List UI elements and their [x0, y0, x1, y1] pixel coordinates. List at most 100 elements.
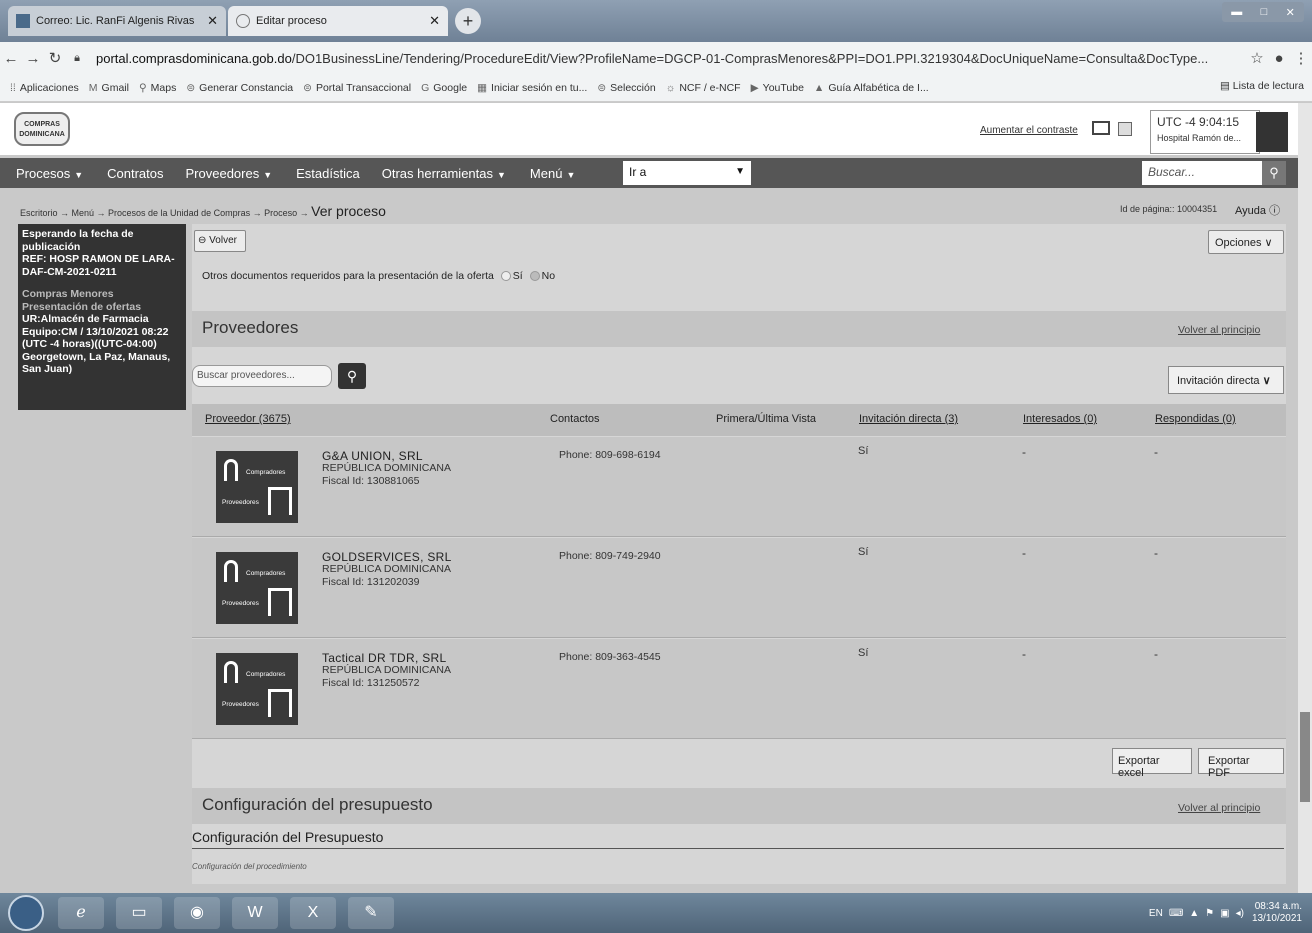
back-button[interactable]: ⊖ Volver: [194, 230, 246, 252]
reading-list[interactable]: ▤ Lista de lectura: [1220, 80, 1304, 92]
house-icon: [268, 689, 292, 717]
new-tab-button[interactable]: +: [455, 8, 481, 34]
table-row: Compradores Proveedores Tactical DR TDR, …: [192, 639, 1286, 739]
bookmark-generar-constancia[interactable]: ⊜ Generar Constancia: [186, 82, 293, 94]
bookmark-maps[interactable]: ⚲ Maps: [139, 82, 176, 94]
reload-icon[interactable]: ↻: [44, 49, 66, 67]
process-equipo: Equipo:CM / 13/10/2021 08:22 (UTC -4 hor…: [22, 325, 171, 376]
volume-icon[interactable]: ◂): [1236, 908, 1244, 919]
bookmark-aplicaciones[interactable]: ⁞⁞ Aplicaciones: [10, 82, 79, 94]
youtube-icon: ▶: [750, 81, 759, 94]
compras-dominicana-logo[interactable]: COMPRAS DOMINICANA: [14, 112, 70, 146]
back-to-top-link[interactable]: Volver al principio: [1178, 324, 1260, 336]
user-info-box[interactable]: UTC -4 9:04:15 Hospital Ramón de...: [1150, 110, 1260, 154]
column-interesados[interactable]: Interesados (0): [1023, 413, 1097, 425]
folder-icon[interactable]: ▭: [116, 897, 162, 929]
scrollbar-thumb[interactable]: [1300, 712, 1310, 802]
provider-name[interactable]: G&A UNION, SRL: [322, 449, 423, 463]
bookmark-label: Generar Constancia: [199, 81, 294, 94]
contrast-link[interactable]: Aumentar el contraste: [980, 125, 1078, 136]
minimize-icon[interactable]: ▬: [1231, 6, 1242, 18]
clock[interactable]: 08:34 a.m. 13/10/2021: [1252, 901, 1302, 925]
bookmark-portal-transaccional[interactable]: ⊜ Portal Transaccional: [303, 82, 411, 94]
bookmark-seleccion[interactable]: ⊜ Selección: [597, 82, 655, 94]
search-icon[interactable]: ⚲: [1262, 161, 1286, 185]
profile-icon[interactable]: ●: [1268, 50, 1290, 67]
provider-name[interactable]: GOLDSERVICES, SRL: [322, 550, 452, 564]
logo-label: Compradores: [246, 570, 286, 577]
provider-phone: Phone: 809-363-4545: [559, 651, 661, 663]
mail-icon[interactable]: [1092, 121, 1110, 135]
avatar[interactable]: [1256, 112, 1288, 152]
providers-table-header: Proveedor (3675) Contactos Primera/Últim…: [192, 404, 1286, 436]
house-icon: [268, 588, 292, 616]
tab-label: Correo: Lic. RanFi Algenis Rivas: [36, 15, 195, 27]
start-button[interactable]: [8, 895, 44, 931]
goto-select[interactable]: Ir a ▼: [623, 161, 751, 185]
bookmark-google[interactable]: G Google: [421, 82, 467, 94]
filter-select[interactable]: Invitación directa ∨: [1168, 366, 1284, 394]
more-icon[interactable]: ⋮: [1290, 49, 1312, 67]
bookmark-youtube[interactable]: ▶ YouTube: [751, 82, 804, 94]
tray-arrow-icon[interactable]: ▲: [1189, 908, 1199, 919]
export-excel-button[interactable]: Exportar excel: [1112, 748, 1192, 779]
chrome-icon[interactable]: ◉: [174, 897, 220, 929]
star-icon[interactable]: ☆: [1246, 49, 1268, 67]
flag-icon[interactable]: ⚑: [1205, 908, 1214, 919]
network-icon[interactable]: ▣: [1220, 908, 1229, 919]
maximize-icon[interactable]: □: [1261, 6, 1268, 18]
column-invitacion[interactable]: Invitación directa (3): [859, 413, 958, 425]
url-domain: portal.comprasdominicana.gob.do: [96, 50, 292, 66]
bookmark-guia[interactable]: ▲ Guía Alfabética de I...: [814, 82, 929, 94]
word-icon[interactable]: W: [232, 897, 278, 929]
url-field[interactable]: portal.comprasdominicana.gob.do/DO1Busin…: [96, 51, 1246, 66]
provider-country: REPÚBLICA DOMINICANA: [322, 462, 451, 474]
print-icon[interactable]: [1118, 122, 1132, 136]
menu-procesos[interactable]: Procesos ▼: [16, 166, 83, 181]
excel-icon[interactable]: X: [290, 897, 336, 929]
radio-no[interactable]: [529, 271, 540, 282]
language-indicator[interactable]: EN: [1149, 908, 1163, 919]
back-icon[interactable]: ←: [0, 50, 22, 67]
search-icon[interactable]: ⚲: [338, 363, 366, 389]
menu-menu[interactable]: Menú ▼: [530, 166, 575, 181]
help-link[interactable]: Ayuda ⓘ: [1235, 202, 1280, 218]
radio-yes[interactable]: [500, 271, 511, 282]
window-controls[interactable]: ▬ □ ✕: [1222, 2, 1304, 22]
keyboard-icon[interactable]: ⌨: [1169, 908, 1183, 919]
back-to-top-link[interactable]: Volver al principio: [1178, 802, 1260, 814]
ie-icon[interactable]: ℯ: [58, 897, 104, 929]
house-icon: [268, 487, 292, 515]
search-providers-input[interactable]: Buscar proveedores...: [192, 365, 332, 387]
column-respondidas[interactable]: Respondidas (0): [1155, 413, 1236, 425]
close-icon[interactable]: ✕: [1286, 6, 1295, 19]
options-button[interactable]: Opciones ∨: [1208, 230, 1284, 254]
tab-correo[interactable]: Correo: Lic. RanFi Algenis Rivas ✕: [8, 6, 226, 36]
gear-icon: ☼: [665, 81, 676, 94]
close-icon[interactable]: ✕: [207, 13, 218, 29]
site-search-input[interactable]: Buscar...: [1142, 161, 1262, 185]
export-pdf-button[interactable]: Exportar PDF: [1198, 748, 1284, 779]
column-proveedor[interactable]: Proveedor (3675): [205, 413, 291, 425]
close-icon[interactable]: ✕: [429, 13, 440, 29]
process-summary-panel: Esperando la fecha de publicación REF: H…: [18, 224, 186, 410]
bookmark-label: Aplicaciones: [19, 81, 79, 94]
filter-select-value: Invitación directa: [1177, 375, 1260, 387]
menu-contratos[interactable]: Contratos: [107, 166, 163, 181]
bookmark-gmail[interactable]: M Gmail: [89, 82, 129, 94]
bookmark-iniciar-sesion[interactable]: ▦ Iniciar sesión en tu...: [477, 82, 587, 94]
menu-proveedores[interactable]: Proveedores ▼: [186, 166, 273, 181]
breadcrumb-path[interactable]: Escritorio → Menú → Procesos de la Unida…: [20, 208, 309, 218]
tab-editar-proceso[interactable]: Editar proceso ✕: [228, 6, 448, 36]
providers-title: Proveedores: [202, 318, 299, 337]
forward-icon[interactable]: →: [22, 50, 44, 67]
menu-otras-herramientas[interactable]: Otras herramientas ▼: [382, 166, 506, 181]
table-row: Compradores Proveedores G&A UNION, SRL RE…: [192, 437, 1286, 537]
provider-name[interactable]: Tactical DR TDR, SRL: [322, 651, 446, 665]
maps-icon: ⚲: [138, 81, 147, 94]
app-icon[interactable]: ✎: [348, 897, 394, 929]
menu-estadistica[interactable]: Estadística: [296, 166, 360, 181]
bookmark-ncf[interactable]: ☼ NCF / e-NCF: [666, 82, 741, 94]
url-path: /DO1BusinessLine/Tendering/ProcedureEdit…: [291, 50, 1209, 66]
person-icon: [224, 459, 238, 481]
